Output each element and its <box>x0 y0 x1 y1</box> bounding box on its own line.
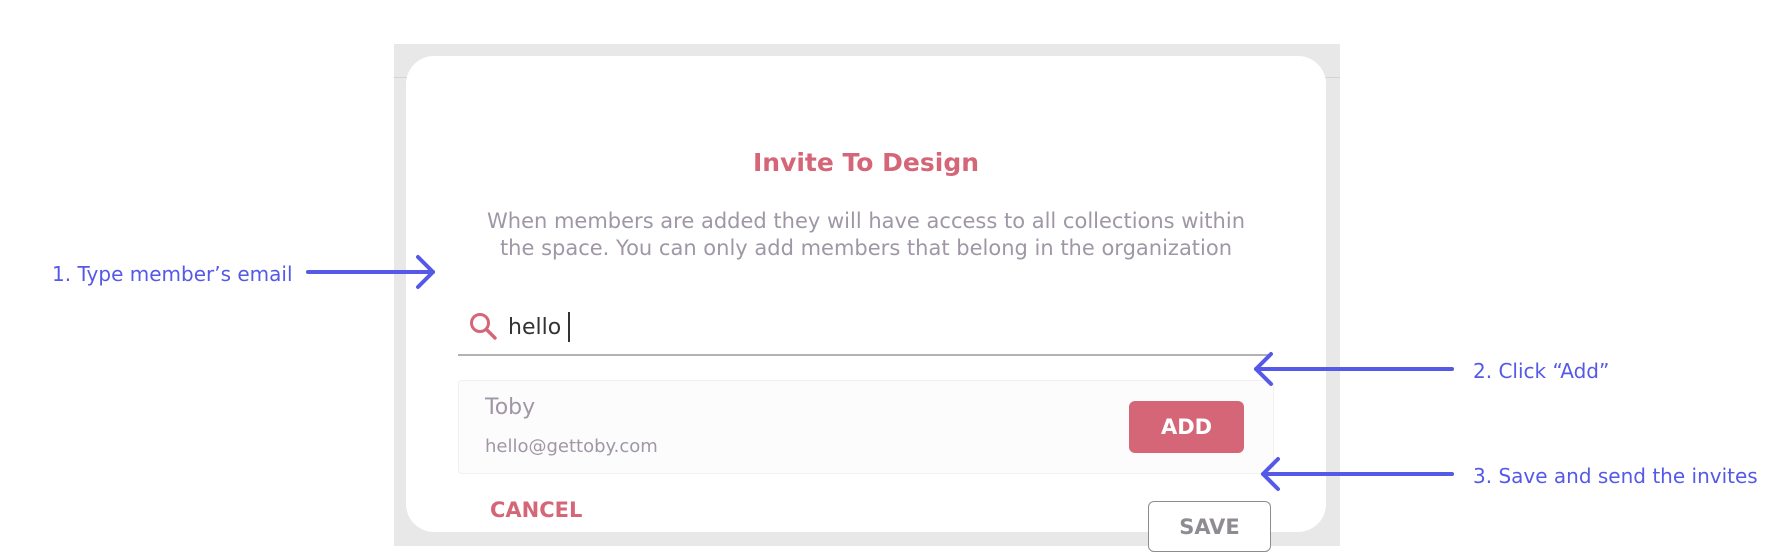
dialog-title: Invite To Design <box>752 148 980 177</box>
text-caret <box>568 312 570 342</box>
callout-step-3: 3. Save and send the invites <box>1473 464 1758 488</box>
invite-dialog: Invite To Design When members are added … <box>406 56 1326 552</box>
dialog-description: When members are added they will have ac… <box>487 209 1245 260</box>
save-button[interactable]: SAVE <box>1148 501 1271 552</box>
cancel-button[interactable]: CANCEL <box>490 498 582 522</box>
search-input[interactable] <box>508 310 1248 344</box>
member-name: Toby <box>485 395 536 420</box>
callout-step-2: 2. Click “Add” <box>1473 359 1610 383</box>
add-member-button[interactable]: ADD <box>1129 401 1244 453</box>
member-search-field[interactable] <box>458 308 1272 356</box>
search-result-card: Toby hello@gettoby.com ADD <box>458 380 1274 474</box>
search-icon <box>468 311 498 341</box>
member-email: hello@gettoby.com <box>485 436 658 457</box>
callout-step-1: 1. Type member’s email <box>52 262 293 286</box>
